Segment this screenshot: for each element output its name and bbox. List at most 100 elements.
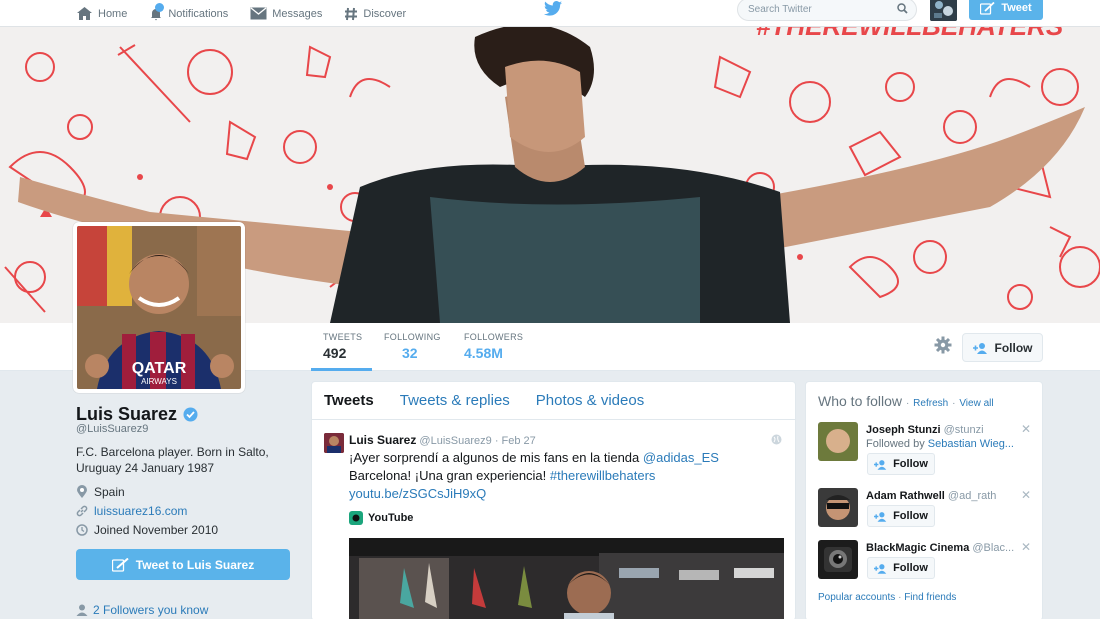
suggestion-item: Adam Rathwell @ad_rath ✕ Follow [818, 488, 1038, 540]
suggestion-follow-button[interactable]: Follow [867, 505, 935, 527]
who-to-follow-header: Who to follow · Refresh · View all [818, 393, 994, 409]
twitter-bird-icon[interactable] [544, 1, 562, 16]
suggestion-handle: @ad_rath [947, 490, 997, 502]
tweet-video-thumbnail[interactable] [349, 538, 784, 619]
person-icon [76, 604, 88, 616]
tab-tweets[interactable]: Tweets [324, 392, 374, 409]
tweet-author-handle[interactable]: @LuisSuarez9 [419, 435, 491, 447]
nav-messages[interactable]: Messages [250, 7, 322, 20]
who-to-follow-footer: Popular accounts · Find friends [818, 592, 956, 603]
profile-bio: F.C. Barcelona player. Born in Salto, Ur… [76, 445, 269, 475]
suggestion-follow-label: Follow [893, 510, 928, 522]
dismiss-suggestion-close-icon[interactable]: ✕ [1021, 422, 1031, 436]
notification-dot [155, 2, 165, 12]
add-user-icon [972, 342, 987, 354]
suggestion-handle: @stunzi [943, 424, 984, 436]
profile-handle[interactable]: @LuisSuarez9 [76, 423, 148, 435]
followers-you-know-link[interactable]: 2 Followers you know [76, 603, 208, 617]
suggestion-avatar[interactable] [818, 422, 858, 461]
add-user-icon [874, 511, 887, 522]
suggestion-follow-label: Follow [893, 458, 928, 470]
jersey-sponsor-sub-text: AIRWAYS [141, 377, 177, 386]
vine-icon [349, 511, 363, 525]
profile-location: Spain [76, 485, 125, 499]
suggestion-avatar[interactable] [818, 540, 858, 579]
tweet-url-link[interactable]: youtu.be/zSGCsJiH9xQ [349, 486, 486, 501]
verified-badge-icon [183, 407, 198, 422]
followers-you-know-text: 2 Followers you know [93, 603, 209, 617]
tab-photos-videos[interactable]: Photos & videos [536, 392, 644, 409]
compose-tweet-label: Tweet [1001, 2, 1032, 14]
suggestion-name-line[interactable]: Joseph Stunzi @stunzi [866, 424, 984, 436]
suggestion-item: Joseph Stunzi @stunzi Followed by Sebast… [818, 422, 1038, 475]
compose-tweet-button[interactable]: Tweet [969, 0, 1043, 20]
search-icon[interactable] [897, 3, 908, 14]
suggestion-name-line[interactable]: Adam Rathwell @ad_rath [866, 490, 996, 502]
nav-discover[interactable]: Discover [344, 7, 406, 21]
envelope-icon [250, 7, 267, 20]
suggestion-follow-button[interactable]: Follow [867, 453, 935, 475]
suggestion-avatar[interactable] [818, 488, 858, 527]
profile-website-link[interactable]: luissuarez16.com [94, 504, 187, 518]
stat-followers-value: 4.58M [464, 345, 503, 361]
tweet-to-user-button[interactable]: Tweet to Luis Suarez [76, 549, 290, 580]
popular-accounts-link[interactable]: Popular accounts [818, 592, 895, 603]
separator-dot: · [905, 398, 910, 409]
tweet-author-name[interactable]: Luis Suarez [349, 433, 416, 447]
profile-avatar[interactable]: QATAR AIRWAYS [73, 222, 245, 393]
dismiss-suggestion-close-icon[interactable]: ✕ [1021, 540, 1031, 554]
nav-home-label: Home [98, 7, 128, 20]
calendar-clock-icon [76, 524, 88, 536]
suggestion-handle: @Blac... [972, 542, 1015, 554]
stat-followers-label: FOLLOWERS [464, 332, 524, 342]
stat-tweets[interactable]: TWEETS 492 [323, 332, 362, 361]
suggestion-followed-by-prefix: Followed by [866, 438, 928, 450]
stat-following-label: FOLLOWING [384, 332, 441, 342]
suggestion-name[interactable]: Joseph Stunzi [866, 424, 941, 436]
suggestion-name-line[interactable]: BlackMagic Cinema @Blac... [866, 542, 1014, 554]
quill-icon [111, 557, 129, 572]
tweet-hashtag-link[interactable]: #therewillbehaters [550, 468, 656, 483]
stat-following-value: 32 [402, 345, 418, 361]
profile-location-text: Spain [94, 485, 125, 499]
tab-tweets-replies[interactable]: Tweets & replies [400, 392, 510, 409]
suggestion-follow-label: Follow [893, 562, 928, 574]
account-avatar[interactable] [930, 0, 957, 21]
stat-following[interactable]: FOLLOWING 32 [384, 332, 441, 361]
suggestion-name[interactable]: BlackMagic Cinema [866, 542, 969, 554]
nav-notifications-label: Notifications [168, 7, 229, 20]
active-stat-underline [311, 368, 372, 371]
find-friends-link[interactable]: Find friends [904, 592, 956, 603]
search-input[interactable]: Search Twitter [737, 0, 917, 21]
stat-followers[interactable]: FOLLOWERS 4.58M [464, 332, 523, 361]
tweet-author-avatar[interactable] [324, 433, 344, 453]
add-user-icon [874, 459, 887, 470]
nav-home[interactable]: Home [76, 6, 127, 21]
timeline-panel: Tweets Tweets & replies Photos & videos … [311, 381, 796, 619]
view-all-link[interactable]: View all [959, 398, 993, 409]
timeline-tabs: Tweets Tweets & replies Photos & videos [312, 382, 795, 420]
media-card-source[interactable]: YouTube [349, 511, 413, 525]
tweet-mention-link[interactable]: @adidas_ES [643, 450, 719, 465]
quill-icon [980, 1, 995, 15]
hashtag-icon [345, 7, 358, 20]
profile-website[interactable]: luissuarez16.com [76, 504, 187, 518]
follow-button-label: Follow [994, 340, 1033, 355]
refresh-link[interactable]: Refresh [913, 398, 948, 409]
suggestion-followed-by-link[interactable]: Sebastian Wieg... [928, 438, 1014, 450]
suggestion-follow-button[interactable]: Follow [867, 557, 935, 579]
gear-icon[interactable] [934, 336, 952, 354]
search-placeholder: Search Twitter [748, 4, 812, 15]
profile-joined: Joined November 2010 [76, 523, 218, 537]
profile-name-text: Luis Suarez [76, 404, 178, 424]
nav-notifications[interactable]: Notifications [149, 2, 229, 21]
suggestion-name[interactable]: Adam Rathwell [866, 490, 945, 502]
separator-dot: · [898, 592, 902, 603]
bell-icon [149, 2, 165, 21]
dismiss-suggestion-close-icon[interactable]: ✕ [1021, 488, 1031, 502]
follow-button[interactable]: Follow [962, 333, 1043, 362]
tweet-date[interactable]: · Feb 27 [495, 435, 536, 447]
jersey-sponsor-text: QATAR [132, 360, 187, 377]
tweet-text-part-1: ¡Ayer sorprendí a algunos de mis fans en… [349, 450, 643, 465]
profile-joined-text: Joined November 2010 [94, 523, 219, 537]
